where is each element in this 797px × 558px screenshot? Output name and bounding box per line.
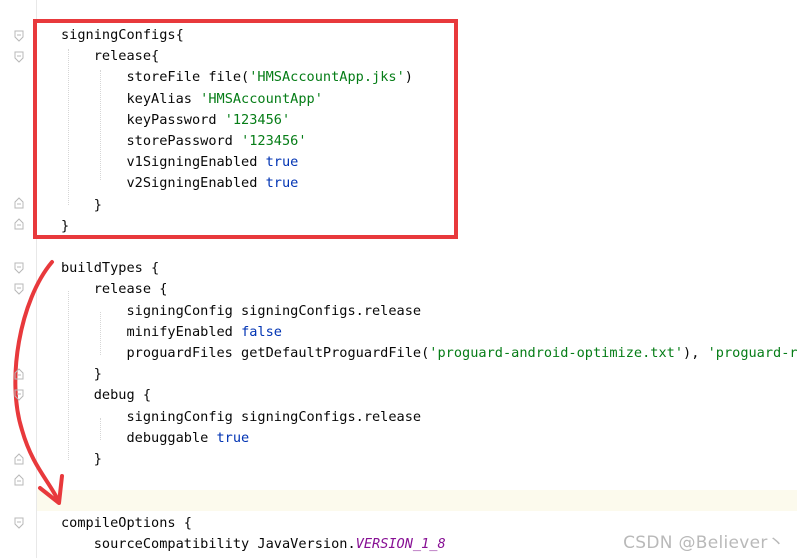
fold-close-icon[interactable] — [14, 218, 24, 230]
indent-guide — [100, 312, 101, 355]
fold-close-icon[interactable] — [14, 368, 24, 380]
fold-open-icon[interactable] — [14, 262, 24, 274]
indent-guide — [100, 70, 101, 180]
fold-open-icon[interactable] — [14, 283, 24, 295]
fold-open-icon[interactable] — [14, 51, 24, 63]
indent-guide — [100, 418, 101, 440]
annotation-arrow — [13, 260, 64, 505]
fold-close-icon[interactable] — [14, 197, 24, 209]
indent-guide — [68, 291, 69, 460]
watermark: CSDN @Believer丶 — [623, 533, 785, 553]
fold-open-icon[interactable] — [14, 30, 24, 42]
fold-close-icon[interactable] — [14, 474, 24, 486]
fold-open-icon[interactable] — [14, 389, 24, 401]
fold-close-icon[interactable] — [14, 453, 24, 465]
indent-guide — [68, 49, 69, 205]
fold-open-icon[interactable] — [14, 517, 24, 529]
